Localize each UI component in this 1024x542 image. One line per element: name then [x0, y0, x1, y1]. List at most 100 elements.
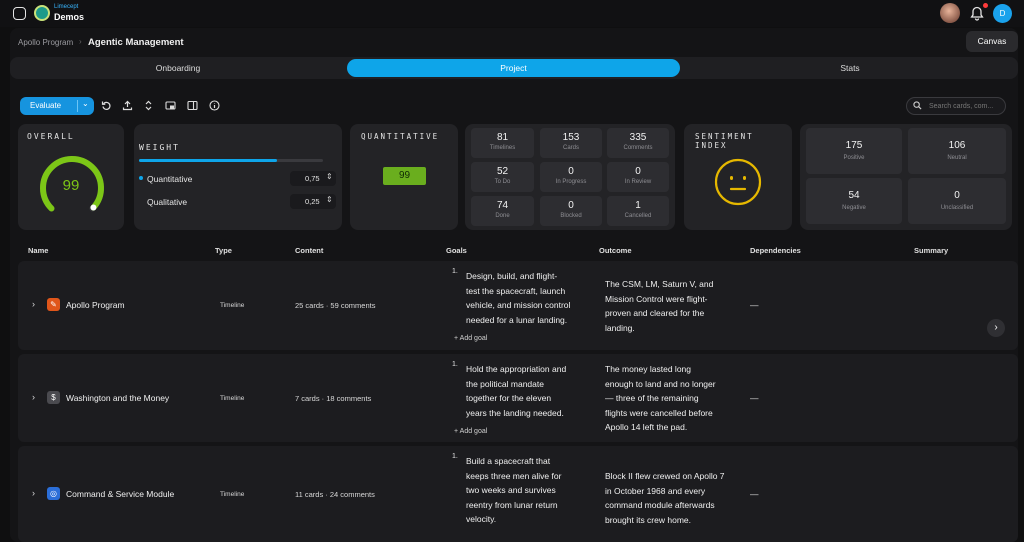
add-goal-button[interactable]: + Add goal: [454, 428, 487, 435]
stat-tile: 0 In Review: [607, 162, 669, 192]
gauge-knob: [90, 204, 97, 211]
breadcrumb-parent[interactable]: Apollo Program: [18, 38, 73, 47]
refresh-icon[interactable]: [101, 100, 112, 111]
tab-project[interactable]: Project: [347, 59, 680, 77]
row-content: 25 cards · 59 comments: [295, 301, 376, 310]
stat-label: Cards: [562, 145, 579, 151]
qualitative-weight-stepper[interactable]: 0,25 ⇕: [290, 194, 336, 209]
row-dependencies: —: [750, 393, 759, 403]
stat-label: Blocked: [560, 213, 582, 219]
sort-icon[interactable]: [143, 100, 154, 111]
outcome-line: in October 1968 and every: [605, 485, 706, 496]
row-dependencies: —: [750, 489, 759, 499]
tab-stats[interactable]: Stats: [682, 57, 1018, 79]
outcome-line: — three of the remaining: [605, 393, 699, 404]
user-avatar[interactable]: D: [993, 4, 1012, 23]
bell-icon[interactable]: [970, 6, 984, 21]
upload-icon[interactable]: [122, 100, 133, 111]
search-input[interactable]: Search cards, com...: [929, 103, 993, 110]
row-name[interactable]: Command & Service Module: [66, 489, 174, 499]
sidebar-toggle-icon[interactable]: [13, 7, 26, 20]
stat-value: 81: [496, 132, 509, 143]
sentiment-neutral: 106 Neutral: [908, 128, 1006, 174]
column-header-content[interactable]: Content: [295, 246, 323, 255]
stepper-icon[interactable]: ⇕: [326, 195, 333, 204]
column-header-dependencies[interactable]: Dependencies: [750, 246, 801, 255]
outcome-line: The CSM, LM, Saturn V, and: [605, 279, 714, 289]
info-icon[interactable]: [209, 100, 220, 111]
stat-tile: 335 Comments: [607, 128, 669, 158]
stat-label: Done: [495, 213, 510, 219]
stat-value: 1: [635, 200, 641, 211]
tab-onboarding[interactable]: Onboarding: [10, 57, 346, 79]
goal-line: Hold the appropriation and: [466, 364, 567, 374]
sentiment-label: Neutral: [947, 155, 967, 161]
column-header-goals[interactable]: Goals: [446, 246, 467, 255]
stat-label: Cancelled: [624, 213, 652, 219]
qualitative-label: Qualitative: [147, 197, 188, 207]
brand-subtitle: Limecept: [54, 4, 79, 10]
columns-icon[interactable]: [187, 100, 198, 111]
neutral-face-icon: [714, 158, 762, 206]
stat-tile: 1 Cancelled: [607, 196, 669, 226]
stat-value: 74: [496, 200, 509, 211]
user-photo-avatar[interactable]: [940, 3, 960, 23]
goal-line: years the landing needed.: [466, 407, 564, 418]
expand-chevron-icon[interactable]: ›: [32, 488, 35, 498]
goal-line: velocity.: [466, 514, 497, 525]
stat-value: 153: [562, 132, 580, 143]
goal-line: vehicle, and mission control: [466, 300, 571, 311]
goal-line: the political mandate: [466, 378, 544, 389]
workspace-name[interactable]: Demos: [54, 12, 84, 22]
column-header-type[interactable]: Type: [215, 246, 232, 255]
outcome-line: command module afterwards: [605, 500, 715, 511]
quantitative-weight-stepper[interactable]: 0,75 ⇕: [290, 171, 336, 186]
weight-card: WEIGHT Quantitative 0,75 ⇕ Qualitative 0…: [134, 124, 342, 230]
stat-value: 0: [568, 200, 574, 211]
sentiment-negative: 54 Negative: [806, 178, 902, 224]
expand-chevron-icon[interactable]: ›: [32, 392, 35, 402]
goal-line: reentry from lunar return: [466, 499, 558, 510]
quantitative-title: QUANTITATIVE: [361, 132, 440, 141]
search-icon: [913, 101, 922, 110]
stepper-icon[interactable]: ⇕: [326, 172, 333, 181]
outcome-line: landing.: [605, 322, 635, 333]
quantitative-card: QUANTITATIVE 99: [350, 124, 458, 230]
evaluate-label: Evaluate: [30, 101, 62, 110]
expand-chevron-icon[interactable]: ›: [32, 299, 35, 309]
column-header-name[interactable]: Name: [28, 246, 48, 255]
canvas-button[interactable]: Canvas: [966, 31, 1018, 52]
module-icon: ◎: [47, 487, 60, 500]
overall-score: 99: [62, 177, 80, 194]
row-name[interactable]: Washington and the Money: [66, 393, 169, 403]
sentiment-value: 0: [954, 190, 960, 201]
add-goal-button[interactable]: + Add goal: [454, 335, 487, 342]
sentiment-value: 175: [845, 140, 863, 151]
search-box[interactable]: Search cards, com...: [906, 97, 1006, 115]
column-header-summary[interactable]: Summary: [914, 246, 948, 255]
stat-label: Timelines: [489, 145, 516, 151]
qualitative-weight-value: 0,25: [305, 197, 320, 206]
goal-line: test the spacecraft, launch: [466, 285, 566, 296]
row-dependencies: —: [750, 300, 759, 310]
goal-line: needed for a lunar landing.: [466, 314, 568, 325]
chevron-down-icon[interactable]: ⌄: [82, 99, 89, 108]
goal-number: 1.: [452, 453, 458, 460]
scroll-right-button[interactable]: ›: [987, 319, 1005, 337]
outcome-line: brought its crew home.: [605, 514, 691, 525]
goal-line: Build a spacecraft that: [466, 456, 551, 466]
stat-label: In Review: [624, 179, 652, 185]
stat-value: 0: [635, 166, 641, 177]
goal-line: two weeks and survives: [466, 485, 556, 496]
evaluate-button[interactable]: Evaluate ⌄: [20, 97, 94, 115]
dollar-icon: $: [47, 391, 60, 404]
row-type: Timeline: [220, 395, 245, 402]
outcome-line: Mission Control were flight-: [605, 293, 708, 304]
stat-tile: 74 Done: [471, 196, 534, 226]
column-header-outcome[interactable]: Outcome: [599, 246, 632, 255]
stat-value: 0: [568, 166, 574, 177]
row-name[interactable]: Apollo Program: [66, 300, 125, 310]
notification-dot: [983, 3, 988, 8]
screen-share-icon[interactable]: [165, 100, 176, 111]
overall-title: OVERALL: [27, 132, 75, 141]
